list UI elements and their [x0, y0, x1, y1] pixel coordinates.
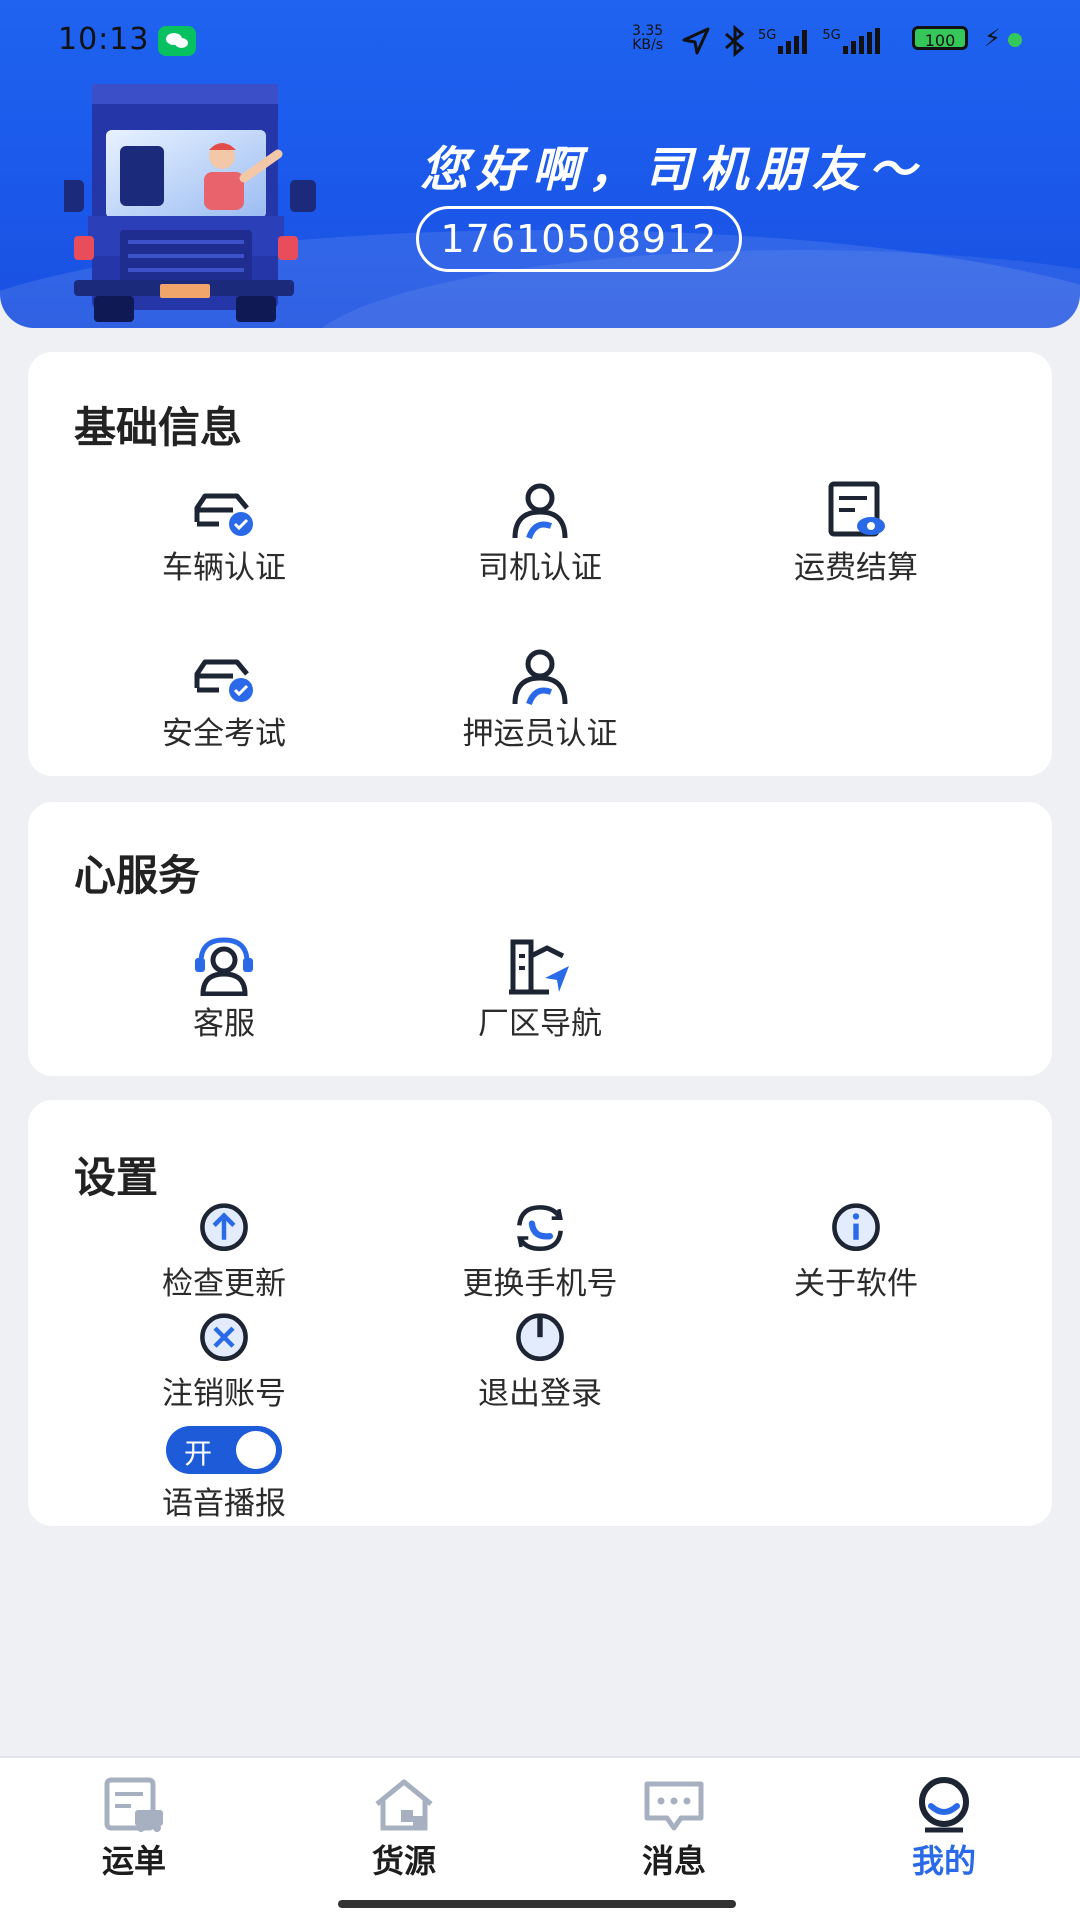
net-speed-unit: KB/s: [632, 37, 663, 53]
driver-icon: [512, 649, 568, 706]
service-card: 心服务 客服 厂区导航: [28, 802, 1052, 1076]
greeting-text: 您好啊，司机朋友～: [420, 142, 925, 198]
section-title: 基础信息: [74, 403, 243, 452]
nav-label: 消息: [641, 1842, 706, 1880]
grid-item-label: 客服: [193, 1006, 255, 1042]
car-check-icon: [194, 493, 253, 536]
grid-item-label: 押运员认证: [462, 716, 618, 752]
home-indicator[interactable]: [338, 1900, 736, 1908]
grid-item-label: 更换手机号: [462, 1266, 618, 1302]
nav-label: 运单: [101, 1842, 166, 1880]
message-icon: [644, 1781, 704, 1831]
location-arrow-icon: [682, 27, 710, 55]
cancel-account-button[interactable]: 注销账号: [74, 1312, 374, 1413]
charging-icon: ⚡: [984, 24, 1001, 52]
nav-item-profile[interactable]: 我的: [864, 1776, 1024, 1882]
toggle-state-text: 开: [184, 1437, 213, 1470]
escort-certification-button[interactable]: 押运员认证: [390, 646, 690, 753]
nav-label: 货源: [371, 1842, 436, 1880]
nav-item-messages[interactable]: 消息: [594, 1776, 754, 1882]
bluetooth-icon: [725, 25, 745, 57]
network-label: 5G: [822, 28, 841, 43]
settings-card: 设置 检查更新 更换手机号 关于软件 注销账号 退出登录 开 语音播报: [28, 1100, 1052, 1526]
phone-swap-icon: [517, 1205, 563, 1252]
status-bar: 10:13 3.35 KB/s 5G 5G 100 ⚡: [0, 0, 1080, 80]
net-speed: 3.35 KB/s: [632, 24, 663, 52]
grid-item-label: 关于软件: [794, 1266, 918, 1302]
grid-item-label: 检查更新: [162, 1266, 286, 1302]
phone-number: 17610508912: [416, 206, 742, 272]
signal-5g-icon: 5G: [822, 28, 882, 54]
driver-icon: [512, 483, 568, 540]
safety-exam-button[interactable]: 安全考试: [74, 646, 374, 753]
driver-certification-button[interactable]: 司机认证: [390, 480, 690, 587]
section-title: 心服务: [74, 851, 201, 900]
status-icons: 5G 5G: [680, 24, 883, 58]
grid-item-label: 车辆认证: [162, 550, 286, 586]
grid-item-label: 安全考试: [162, 716, 286, 752]
grid-item-label: 厂区导航: [478, 1006, 602, 1042]
grid-item-label: 注销账号: [162, 1376, 286, 1412]
nav-label: 我的: [911, 1842, 976, 1880]
about-software-button[interactable]: 关于软件: [706, 1202, 1006, 1303]
nav-item-waybill[interactable]: 运单: [54, 1776, 214, 1882]
battery-icon: 100: [912, 26, 968, 50]
change-phone-button[interactable]: 更换手机号: [390, 1202, 690, 1303]
status-time: 10:13: [58, 22, 150, 57]
headset-icon: [195, 937, 253, 996]
basic-info-card: 基础信息 车辆认证 司机认证 运费结算 安全考试 押运员认证: [28, 352, 1052, 776]
vehicle-certification-button[interactable]: 车辆认证: [74, 480, 374, 587]
signal-5g-icon: 5G: [758, 28, 812, 54]
grid-item-label: 运费结算: [794, 550, 918, 586]
voice-broadcast-setting: 开 语音播报: [74, 1426, 374, 1523]
indicator-dot-icon: [1008, 33, 1022, 47]
car-check-icon: [194, 659, 253, 702]
section-title: 设置: [74, 1153, 159, 1202]
network-label: 5G: [758, 28, 777, 43]
grid-item-label: 司机认证: [478, 550, 602, 586]
toggle-knob: [236, 1431, 276, 1469]
waybill-icon: [104, 1777, 163, 1832]
truck-illustration: [64, 84, 316, 322]
grid-item-label: 语音播报: [162, 1486, 286, 1522]
bottom-navigation: 运单 货源 消息 我的: [0, 1756, 1080, 1922]
factory-navigation-button[interactable]: 厂区导航: [390, 936, 690, 1043]
close-circle-icon: [200, 1313, 248, 1362]
customer-service-button[interactable]: 客服: [74, 936, 374, 1043]
voice-broadcast-toggle[interactable]: 开: [166, 1426, 282, 1474]
profile-header: 10:13 3.35 KB/s 5G 5G 100 ⚡ 您好啊，司机朋友～ 17…: [0, 0, 1080, 328]
wechat-icon: [158, 26, 196, 56]
nav-item-goods[interactable]: 货源: [324, 1776, 484, 1882]
factory-navigation-icon: [509, 939, 569, 995]
grid-item-label: 退出登录: [478, 1376, 602, 1412]
freight-settlement-button[interactable]: 运费结算: [706, 480, 1006, 587]
upload-arrow-icon: [200, 1203, 248, 1252]
goods-home-icon: [375, 1779, 433, 1831]
logout-button[interactable]: 退出登录: [390, 1312, 690, 1413]
info-icon: [832, 1203, 880, 1252]
profile-icon: [919, 1777, 969, 1833]
check-update-button[interactable]: 检查更新: [74, 1202, 374, 1303]
power-icon: [516, 1313, 564, 1362]
bill-eye-icon: [828, 481, 885, 537]
